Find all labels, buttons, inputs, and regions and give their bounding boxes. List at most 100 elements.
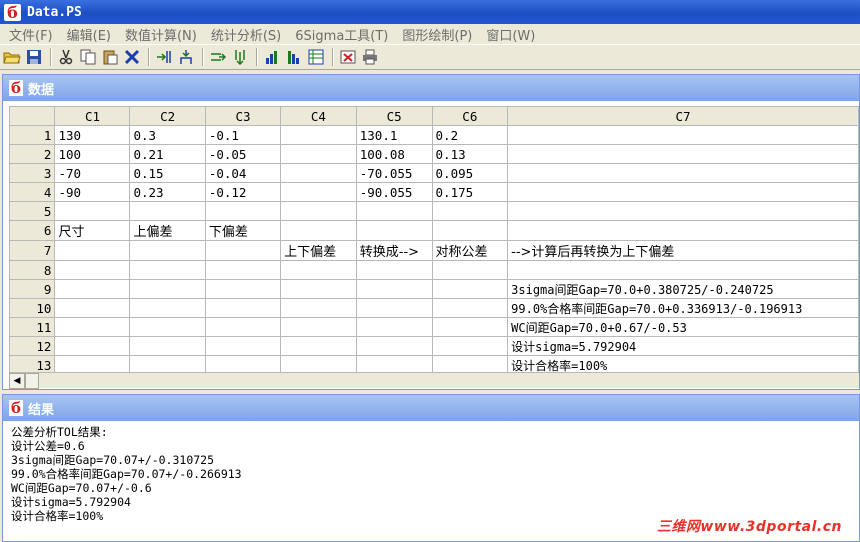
data-cell[interactable]: 0.175 bbox=[431, 182, 509, 202]
data-cell[interactable] bbox=[204, 298, 282, 318]
sort-descending-icon[interactable] bbox=[284, 47, 304, 67]
data-cell[interactable]: -->计算后再转换为上下偏差 bbox=[507, 240, 859, 261]
data-cell[interactable] bbox=[431, 355, 509, 372]
data-cell[interactable] bbox=[280, 336, 357, 356]
data-cell[interactable]: 0.2 bbox=[431, 125, 509, 145]
data-cell[interactable] bbox=[204, 355, 282, 372]
row-header[interactable]: 7 bbox=[9, 240, 56, 261]
data-cell[interactable] bbox=[355, 317, 433, 337]
column-header[interactable]: C7 bbox=[507, 106, 859, 126]
data-cell[interactable] bbox=[54, 355, 131, 372]
data-cell[interactable] bbox=[355, 201, 433, 221]
column-header[interactable]: C1 bbox=[54, 106, 131, 126]
data-cell[interactable] bbox=[280, 163, 357, 183]
data-cell[interactable] bbox=[54, 260, 131, 280]
data-cell[interactable] bbox=[129, 279, 206, 299]
data-cell[interactable] bbox=[204, 336, 282, 356]
data-cell[interactable]: -0.12 bbox=[204, 182, 282, 202]
close-sheet-icon[interactable] bbox=[338, 47, 358, 67]
menu-graph[interactable]: 图形绘制(P) bbox=[395, 25, 479, 44]
data-cell[interactable] bbox=[431, 260, 509, 280]
scroll-left-icon[interactable]: ◀ bbox=[9, 373, 25, 389]
row-header[interactable]: 3 bbox=[9, 163, 56, 183]
menu-window[interactable]: 窗口(W) bbox=[479, 25, 542, 44]
scroll-thumb[interactable] bbox=[25, 373, 39, 389]
data-cell[interactable] bbox=[280, 317, 357, 337]
row-header[interactable]: 9 bbox=[9, 279, 56, 299]
data-cell[interactable]: 130.1 bbox=[355, 125, 433, 145]
menu-file[interactable]: 文件(F) bbox=[2, 25, 60, 44]
data-cell[interactable] bbox=[355, 279, 433, 299]
row-header[interactable]: 2 bbox=[9, 144, 56, 164]
row-header[interactable]: 4 bbox=[9, 182, 56, 202]
data-grid[interactable]: C1 C2 C3 C4 C5 C6 C7 1 130 0.3 -0.1 130.1 0.2… bbox=[9, 106, 859, 372]
data-cell[interactable]: -0.04 bbox=[204, 163, 282, 183]
print-icon[interactable] bbox=[360, 47, 380, 67]
data-cell[interactable] bbox=[507, 220, 859, 241]
data-cell[interactable] bbox=[204, 317, 282, 337]
data-cell[interactable] bbox=[431, 279, 509, 299]
data-cell[interactable] bbox=[280, 220, 357, 241]
column-header[interactable]: C4 bbox=[280, 106, 357, 126]
data-cell[interactable] bbox=[54, 201, 131, 221]
data-cell[interactable] bbox=[129, 317, 206, 337]
data-cell[interactable]: -70 bbox=[54, 163, 131, 183]
menu-edit[interactable]: 编辑(E) bbox=[60, 25, 118, 44]
horizontal-scrollbar[interactable]: ◀ bbox=[9, 372, 859, 389]
data-cell[interactable]: -0.1 bbox=[204, 125, 282, 145]
data-cell[interactable] bbox=[507, 201, 859, 221]
data-cell[interactable] bbox=[280, 125, 357, 145]
data-cell[interactable] bbox=[204, 279, 282, 299]
row-header[interactable]: 6 bbox=[9, 220, 56, 241]
row-header[interactable]: 5 bbox=[9, 201, 56, 221]
data-cell[interactable]: 上偏差 bbox=[129, 220, 206, 241]
menu-numeric[interactable]: 数值计算(N) bbox=[118, 25, 204, 44]
data-cell[interactable] bbox=[280, 182, 357, 202]
menu-statistics[interactable]: 统计分析(S) bbox=[204, 25, 288, 44]
data-cell[interactable] bbox=[129, 355, 206, 372]
cut-icon[interactable] bbox=[56, 47, 76, 67]
data-cell[interactable] bbox=[280, 144, 357, 164]
data-cell[interactable] bbox=[204, 201, 282, 221]
data-cell[interactable] bbox=[280, 201, 357, 221]
data-cell[interactable] bbox=[280, 260, 357, 280]
data-cell[interactable]: -0.05 bbox=[204, 144, 282, 164]
data-cell[interactable] bbox=[355, 260, 433, 280]
data-cell[interactable] bbox=[280, 355, 357, 372]
data-cell[interactable]: -90 bbox=[54, 182, 131, 202]
data-cell[interactable] bbox=[431, 317, 509, 337]
insert-column-icon[interactable] bbox=[154, 47, 174, 67]
data-cell[interactable] bbox=[54, 298, 131, 318]
data-cell[interactable] bbox=[507, 125, 859, 145]
data-cell[interactable]: 转换成--> bbox=[355, 240, 433, 261]
table-stats-icon[interactable] bbox=[306, 47, 326, 67]
data-cell[interactable] bbox=[431, 298, 509, 318]
data-cell[interactable] bbox=[280, 279, 357, 299]
data-cell[interactable] bbox=[431, 336, 509, 356]
data-cell[interactable] bbox=[129, 201, 206, 221]
data-cell[interactable] bbox=[431, 220, 509, 241]
column-header[interactable]: C2 bbox=[129, 106, 206, 126]
row-header[interactable]: 11 bbox=[9, 317, 56, 337]
split-column-icon[interactable] bbox=[176, 47, 196, 67]
data-cell[interactable]: 0.095 bbox=[431, 163, 509, 183]
data-cell[interactable]: 0.21 bbox=[129, 144, 206, 164]
data-cell[interactable]: WC间距Gap=70.0+0.67/-0.53 bbox=[507, 317, 859, 337]
data-cell[interactable]: 0.15 bbox=[129, 163, 206, 183]
menu-6sigma[interactable]: 6Sigma工具(T) bbox=[288, 25, 395, 44]
data-cell[interactable]: -70.055 bbox=[355, 163, 433, 183]
data-cell[interactable]: 设计sigma=5.792904 bbox=[507, 336, 859, 356]
data-cell[interactable] bbox=[507, 144, 859, 164]
move-down-icon[interactable] bbox=[230, 47, 250, 67]
column-header[interactable]: C5 bbox=[355, 106, 433, 126]
data-cell[interactable]: 3sigma间距Gap=70.0+0.380725/-0.240725 bbox=[507, 279, 859, 299]
save-icon[interactable] bbox=[24, 47, 44, 67]
data-cell[interactable]: 99.0%合格率间距Gap=70.0+0.336913/-0.196913 bbox=[507, 298, 859, 318]
data-cell[interactable] bbox=[355, 220, 433, 241]
data-cell[interactable]: 100.08 bbox=[355, 144, 433, 164]
column-header[interactable]: C3 bbox=[204, 106, 282, 126]
data-cell[interactable]: 130 bbox=[54, 125, 131, 145]
data-cell[interactable] bbox=[54, 336, 131, 356]
data-cell[interactable] bbox=[204, 240, 282, 261]
copy-icon[interactable] bbox=[78, 47, 98, 67]
